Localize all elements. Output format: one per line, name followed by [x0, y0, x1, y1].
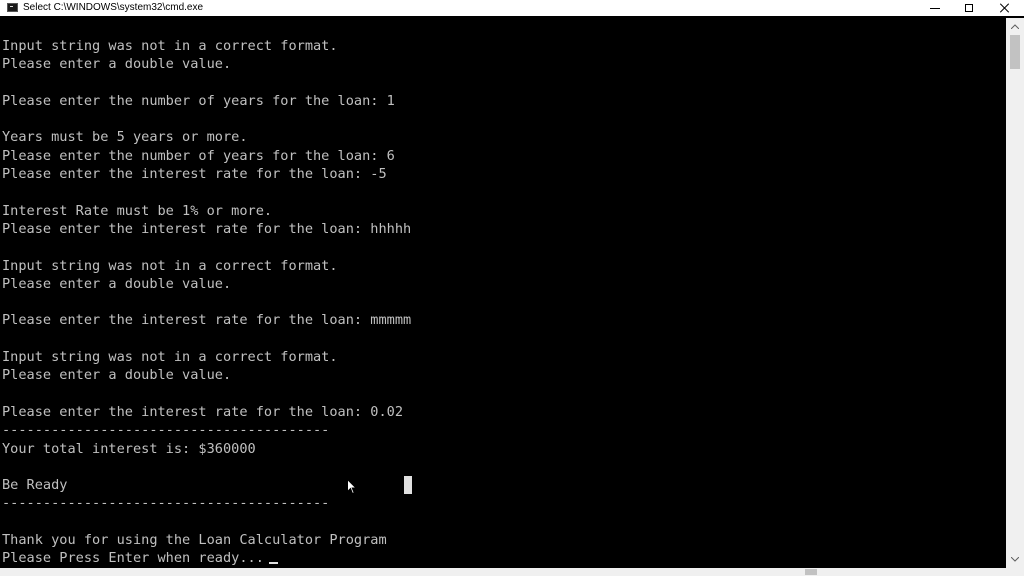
console-line: Please enter the interest rate for the l…: [2, 312, 412, 329]
window-title: Select C:\WINDOWS\system32\cmd.exe: [23, 2, 204, 13]
console-line: Input string was not in a correct format…: [2, 349, 338, 366]
close-button[interactable]: [988, 0, 1022, 16]
mouse-pointer-icon: [347, 479, 357, 495]
maximize-button[interactable]: [952, 0, 986, 16]
console-line: Please enter the interest rate for the l…: [2, 403, 404, 420]
cmd-window: Select C:\WINDOWS\system32\cmd.exe Input…: [0, 0, 1024, 576]
cmd-icon: [7, 3, 18, 12]
chevron-up-icon: [1011, 24, 1019, 29]
console-line: Please enter a double value.: [2, 56, 232, 73]
chevron-down-icon: [1011, 557, 1019, 562]
scroll-up-button[interactable]: [1006, 18, 1024, 35]
console-line: Please enter a double value.: [2, 367, 232, 384]
scroll-down-button[interactable]: [1006, 551, 1024, 568]
console-line: Interest Rate must be 1% or more.: [2, 202, 273, 219]
horizontal-scrollbar[interactable]: [0, 568, 1024, 576]
console-line: Please enter the number of years for the…: [2, 147, 395, 164]
console-line: Input string was not in a correct format…: [2, 257, 338, 274]
scroll-thumb[interactable]: [1010, 35, 1020, 69]
caret: [269, 562, 278, 564]
horizontal-scroll-thumb[interactable]: [805, 569, 817, 575]
console-line: Please enter the interest rate for the l…: [2, 166, 387, 183]
minimize-icon: [930, 7, 940, 9]
maximize-icon: [965, 4, 973, 12]
console-line: Please enter the interest rate for the l…: [2, 220, 412, 237]
console-line: Input string was not in a correct format…: [2, 38, 338, 54]
close-icon: [1000, 3, 1010, 13]
text-cursor: [404, 476, 412, 494]
console-line: Thank you for using the Loan Calculator …: [2, 532, 387, 549]
console-line: Please enter a double value.: [2, 275, 232, 292]
console-line: ----------------------------------------: [2, 422, 330, 439]
console-line: Years must be 5 years or more.: [2, 129, 248, 146]
console-line: Please enter the number of years for the…: [2, 92, 395, 109]
title-bar[interactable]: Select C:\WINDOWS\system32\cmd.exe: [0, 0, 1024, 16]
vertical-scrollbar[interactable]: [1006, 18, 1024, 568]
minimize-button[interactable]: [918, 0, 952, 16]
console-line: Please Press Enter when ready...: [2, 550, 264, 567]
console-output[interactable]: Input string was not in a correct format…: [0, 18, 1006, 568]
console-line: Your total interest is: $360000: [2, 440, 256, 457]
console-line: ----------------------------------------: [2, 495, 330, 512]
